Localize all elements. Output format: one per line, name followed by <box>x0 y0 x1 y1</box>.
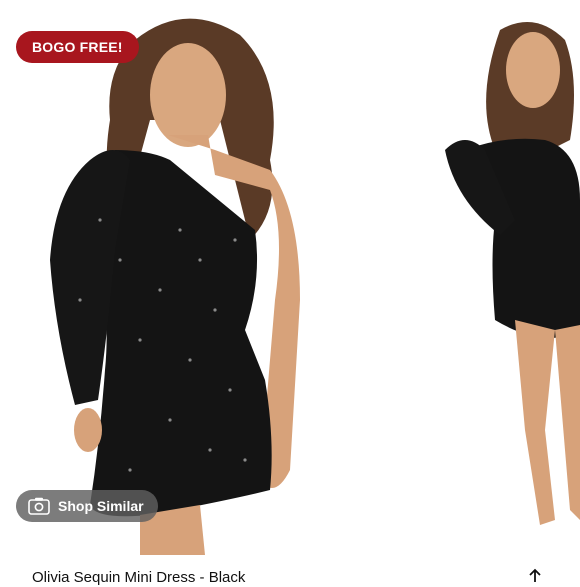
shop-similar-button[interactable]: Shop Similar <box>16 490 158 522</box>
model-illustration-secondary <box>445 22 580 525</box>
shop-similar-label: Shop Similar <box>58 498 144 514</box>
model-illustration <box>50 18 300 555</box>
promo-badge: BOGO FREE! <box>16 31 139 63</box>
product-title[interactable]: Olivia Sequin Mini Dress - Black <box>32 569 245 586</box>
product-photo-secondary[interactable] <box>405 0 580 555</box>
product-photo-main[interactable] <box>0 0 330 555</box>
camera-icon <box>28 497 50 515</box>
